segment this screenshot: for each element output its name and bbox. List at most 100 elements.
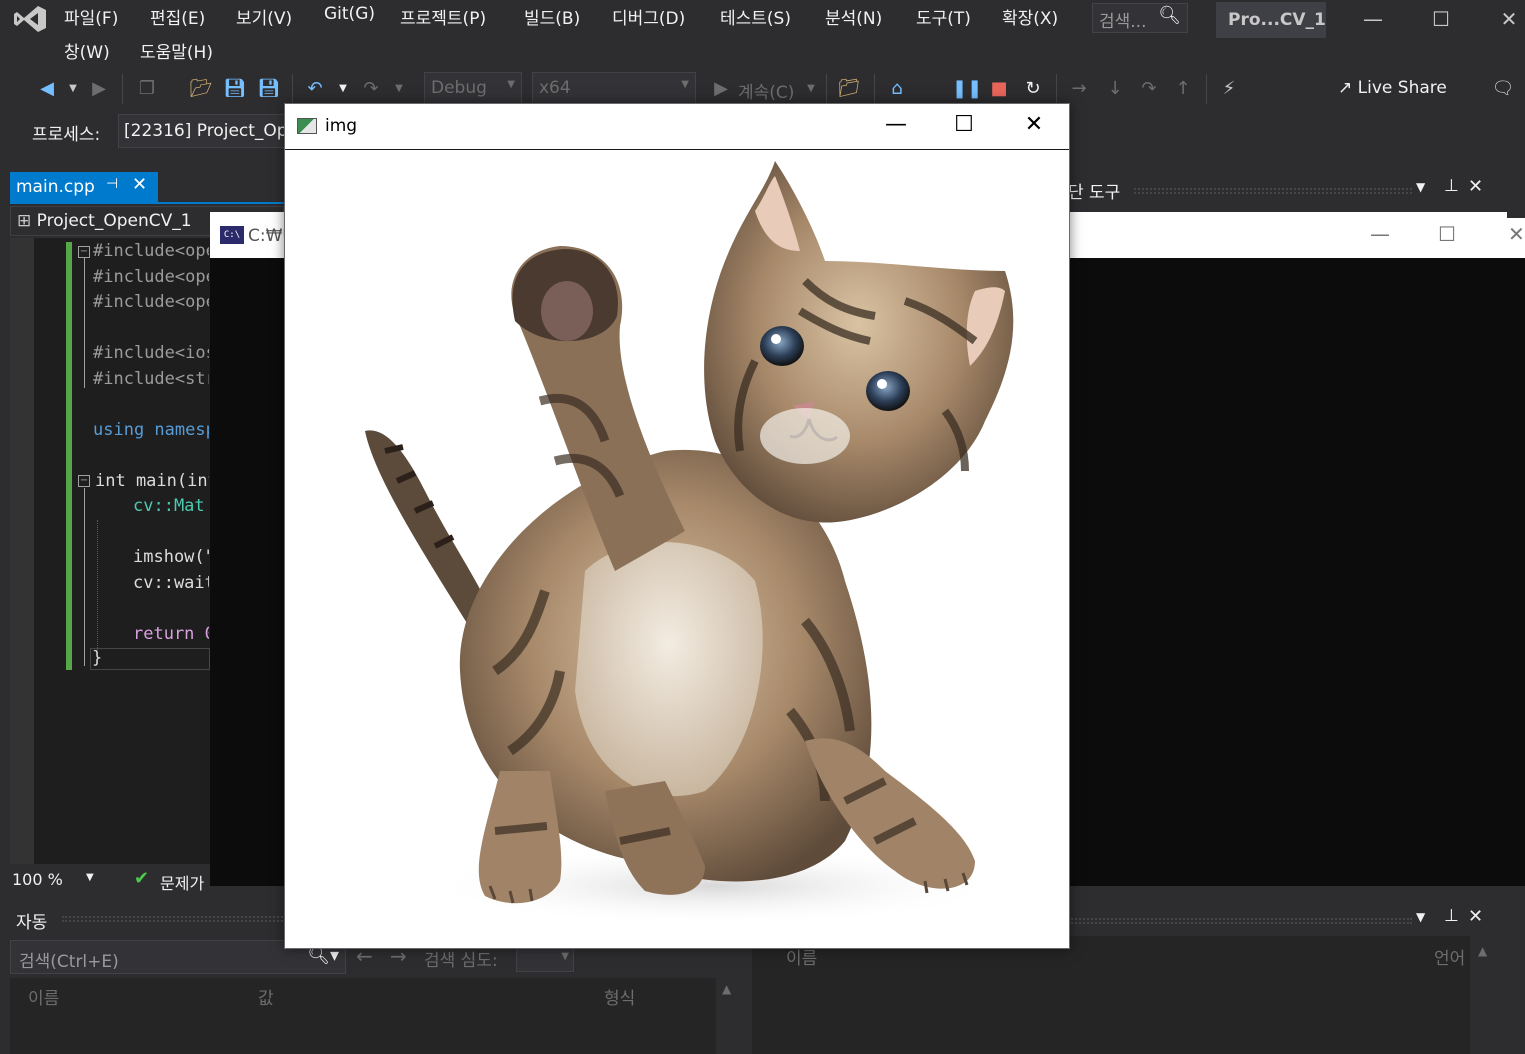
menu-edit[interactable]: 편집(E) — [150, 4, 205, 29]
find-in-files-icon[interactable]: 📁︎ — [836, 76, 862, 102]
pin-icon[interactable]: ⊣ — [106, 176, 118, 192]
new-item-icon[interactable]: ❐ — [134, 76, 160, 102]
menu-test[interactable]: 테스트(S) — [720, 4, 791, 29]
open-folder-icon[interactable]: 📂︎ — [188, 76, 214, 102]
toolbar-separator — [1056, 74, 1057, 104]
call-stack-scrollbar[interactable]: ▲ — [1472, 936, 1498, 1054]
close-icon[interactable]: ✕ — [1496, 6, 1522, 32]
solution-config-dropdown[interactable]: Debug ▼ — [424, 72, 522, 106]
platform-value: x64 — [539, 78, 571, 98]
column-type[interactable]: 형식 — [604, 984, 635, 1009]
restart-icon[interactable]: ↻ — [1020, 76, 1046, 102]
live-share-button[interactable]: ↗ Live Share — [1338, 78, 1447, 98]
feedback-icon[interactable]: 🗨︎ — [1490, 76, 1516, 102]
panel-dropdown-icon[interactable]: ▼ — [1416, 910, 1425, 924]
redo-icon[interactable]: ↷ — [358, 76, 384, 102]
visual-studio-logo-icon — [14, 6, 46, 32]
img-window-titlebar[interactable]: img — ☐ ✕ — [285, 104, 1069, 150]
scroll-up-icon[interactable]: ▲ — [1478, 944, 1487, 958]
play-icon[interactable]: ▶ — [708, 76, 734, 102]
code-line: int main(int — [95, 471, 209, 491]
menu-build[interactable]: 빌드(B) — [524, 4, 580, 29]
call-stack-panel[interactable] — [752, 936, 1470, 1054]
img-maximize-icon[interactable]: ☐ — [949, 112, 979, 137]
console-maximize-icon[interactable]: ☐ — [1438, 222, 1456, 246]
img-minimize-icon[interactable]: — — [881, 112, 911, 137]
column-name[interactable]: 이름 — [28, 984, 59, 1009]
menu-view[interactable]: 보기(V) — [236, 4, 292, 29]
search-placeholder: 검색... — [1099, 12, 1147, 32]
fold-line — [84, 258, 85, 388]
console-title: C:₩U — [248, 226, 284, 246]
menu-debug[interactable]: 디버그(D) — [612, 4, 685, 29]
minimize-icon[interactable]: — — [1360, 6, 1386, 32]
console-app-icon: C:\ — [220, 226, 244, 244]
menu-extensions[interactable]: 확장(X) — [1002, 4, 1058, 29]
column-value[interactable]: 값 — [258, 984, 274, 1009]
issues-status[interactable]: 문제가 — [160, 870, 204, 894]
drag-grip[interactable] — [1068, 918, 1412, 924]
img-close-icon[interactable]: ✕ — [1019, 112, 1049, 137]
menu-window[interactable]: 창(W) — [64, 38, 110, 63]
project-icon: ⊞ — [17, 211, 32, 231]
fold-toggle-icon[interactable]: − — [78, 246, 90, 258]
process-dropdown[interactable]: [22316] Project_OpenCV_1 — [118, 114, 288, 148]
code-line: return 0 — [133, 624, 209, 644]
menu-git[interactable]: Git(G) — [324, 4, 375, 24]
code-line: #include<opencv2/imgproc.hpp> — [93, 292, 209, 312]
autos-scrollbar[interactable]: ▲ — [716, 978, 742, 1054]
zoom-level[interactable]: 100 % — [12, 870, 63, 889]
panel-close-icon[interactable]: ✕ — [1468, 176, 1483, 197]
navigate-forward-icon[interactable]: ▶ — [86, 76, 112, 102]
stop-icon[interactable]: ■ — [986, 76, 1012, 102]
column-language[interactable]: 언어 — [1434, 944, 1465, 969]
menu-analyze[interactable]: 분석(N) — [825, 4, 882, 29]
search-icon: 🔍︎ — [1158, 5, 1181, 26]
step-into-icon[interactable]: ↓ — [1102, 76, 1128, 102]
pin-icon[interactable]: ⊥ — [1444, 176, 1459, 196]
scroll-up-icon[interactable]: ▲ — [722, 982, 731, 996]
zoom-dropdown-icon[interactable]: ▼ — [86, 872, 94, 883]
save-icon[interactable]: 💾︎ — [222, 76, 248, 102]
continue-button[interactable]: 계속(C) — [738, 78, 794, 103]
step-over-icon[interactable]: ↷ — [1136, 76, 1162, 102]
config-value: Debug — [431, 78, 487, 98]
undo-dropdown-icon[interactable]: ▼ — [330, 76, 356, 102]
console-close-icon[interactable]: ✕ — [1508, 222, 1525, 246]
indent-guide — [97, 520, 98, 650]
diagnostic-icon[interactable]: ⌂ — [884, 76, 910, 102]
current-line-highlight — [90, 648, 210, 670]
opencv-image-window[interactable]: img — ☐ ✕ — [284, 103, 1070, 949]
continue-dropdown-icon[interactable]: ▼ — [798, 76, 824, 102]
maximize-icon[interactable]: ☐ — [1428, 6, 1454, 32]
platform-dropdown[interactable]: x64 ▼ — [532, 72, 696, 106]
panel-dropdown-icon[interactable]: ▼ — [1416, 180, 1425, 194]
menu-project[interactable]: 프로젝트(P) — [400, 4, 486, 29]
menu-tools[interactable]: 도구(T) — [916, 4, 971, 29]
drag-grip[interactable] — [62, 916, 286, 922]
navigate-back-icon[interactable]: ◀ — [34, 76, 60, 102]
fold-toggle-icon[interactable]: − — [78, 475, 90, 487]
console-minimize-icon[interactable]: — — [1370, 222, 1390, 246]
global-search-input[interactable]: 검색... 🔍︎ — [1092, 3, 1188, 33]
menu-file[interactable]: 파일(F) — [64, 4, 118, 29]
pause-icon[interactable]: ❚❚ — [952, 76, 982, 102]
tab-main-cpp[interactable]: main.cpp ⊣ ✕ — [10, 172, 158, 202]
drag-grip[interactable] — [1134, 188, 1412, 194]
step-out-icon[interactable]: ↑ — [1170, 76, 1196, 102]
hot-reload-icon[interactable]: ⚡︎ — [1216, 76, 1242, 102]
solution-name-badge[interactable]: Pro...CV_1 — [1216, 2, 1326, 38]
code-line: #include<opencv2/core.hpp> — [93, 241, 209, 261]
closing-brace: } — [92, 648, 103, 668]
close-icon[interactable]: ✕ — [132, 174, 147, 195]
panel-close-icon[interactable]: ✕ — [1468, 906, 1483, 927]
side-rail[interactable] — [1507, 168, 1525, 218]
show-next-statement-icon[interactable]: → — [1066, 76, 1092, 102]
redo-dropdown-icon[interactable]: ▼ — [386, 76, 412, 102]
undo-icon[interactable]: ↶ — [302, 76, 328, 102]
pin-icon[interactable]: ⊥ — [1444, 906, 1459, 926]
search-depth-dropdown[interactable]: ▼ — [516, 946, 574, 972]
back-dropdown-icon[interactable]: ▼ — [60, 76, 86, 102]
menu-help[interactable]: 도움말(H) — [140, 38, 213, 63]
save-all-icon[interactable]: 💾︎ — [256, 76, 282, 102]
